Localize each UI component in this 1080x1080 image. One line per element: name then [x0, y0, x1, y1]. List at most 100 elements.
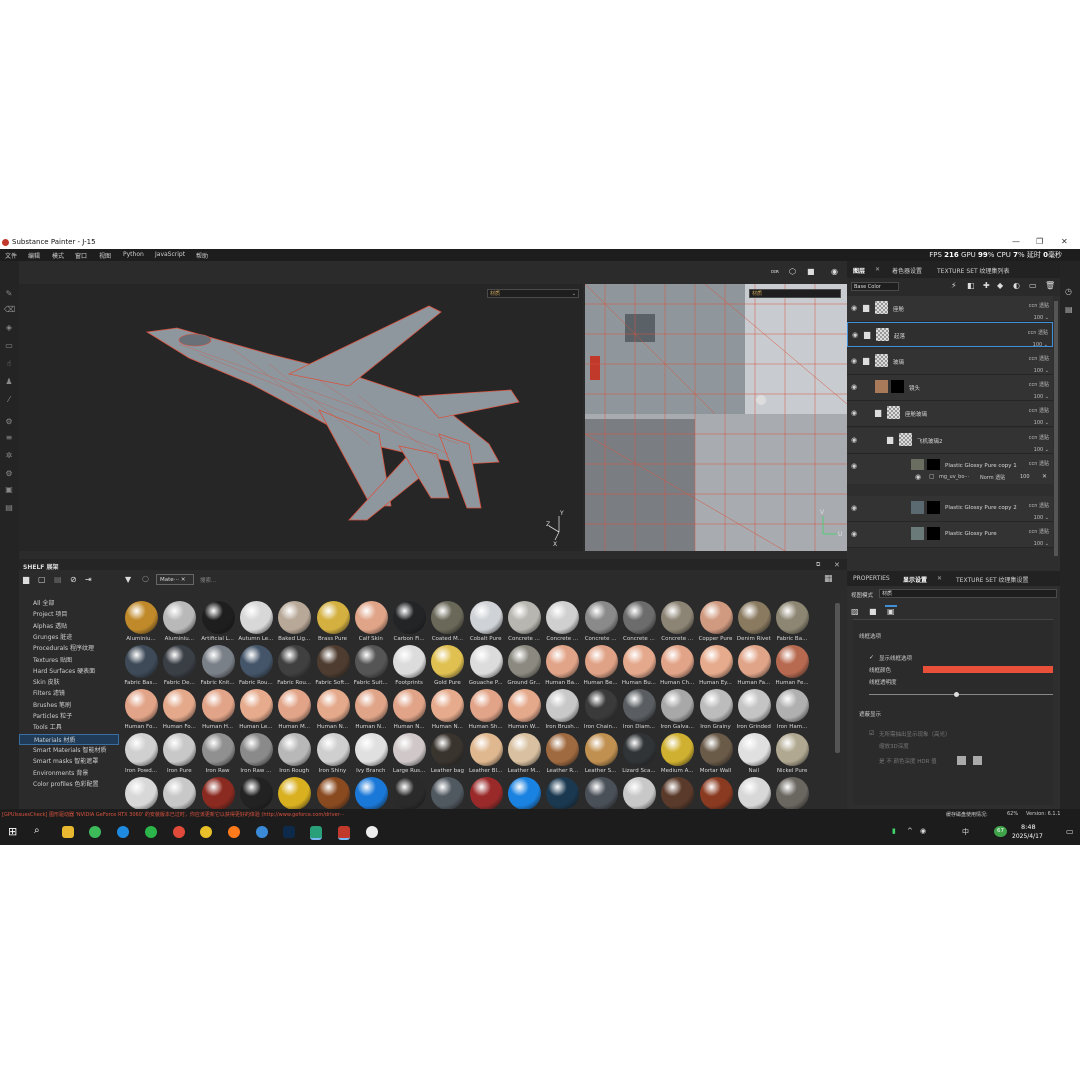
menu-python[interactable]: Python	[123, 251, 144, 258]
export-icon[interactable]: ▤	[4, 503, 14, 513]
wireframe-opacity-slider[interactable]	[869, 694, 1053, 695]
material-thumbnail[interactable]	[278, 777, 312, 810]
close-button[interactable]: ✕	[1061, 237, 1068, 246]
material-thumbnail[interactable]	[316, 689, 350, 722]
delete-layer-icon[interactable]: 🗑	[1045, 281, 1055, 290]
material-thumbnail[interactable]	[354, 777, 388, 810]
dir-label[interactable]: ᴅɪʀ	[771, 269, 779, 275]
layer-row[interactable]: ◉ Plastic Glossy Pure copy 2 ccn 透贴 100 ⌄	[847, 496, 1053, 523]
log-icon[interactable]: ▤	[1065, 305, 1073, 314]
photoshop-icon[interactable]	[283, 826, 295, 838]
material-thumbnail[interactable]	[201, 733, 235, 766]
firefox-icon[interactable]	[228, 826, 240, 838]
material-thumbnail[interactable]	[393, 645, 427, 678]
shelf-category[interactable]: Tools 工具	[33, 722, 62, 731]
maximize-button[interactable]: ❐	[1036, 237, 1043, 246]
layer-blend[interactable]: ccn 透贴100 ⌄	[1029, 526, 1049, 550]
gear-small-icon[interactable]: ✲	[4, 451, 14, 461]
material-thumbnail[interactable]	[316, 777, 350, 810]
layer-row[interactable]: ◉ Plastic Glossy Pure ccn 透贴 100 ⌄	[847, 522, 1053, 550]
photoshop-export-icon[interactable]: ▣	[4, 485, 14, 495]
channel-select[interactable]: Base Color	[851, 282, 899, 291]
material-thumbnail[interactable]	[508, 733, 541, 766]
layers-stack-icon[interactable]: ≡	[4, 433, 14, 443]
material-thumbnail[interactable]	[737, 689, 771, 722]
material-thumbnail[interactable]	[354, 645, 388, 678]
clock-date[interactable]: 2025/4/17	[1012, 833, 1043, 840]
material-thumbnail[interactable]	[125, 777, 158, 810]
color-swatch-b[interactable]	[973, 756, 982, 765]
search-icon[interactable]: ⌕	[34, 825, 40, 836]
geometry-mask-icon[interactable]: ▭	[4, 341, 14, 351]
material-thumbnail[interactable]	[699, 777, 733, 810]
material-thumbnail[interactable]	[661, 601, 695, 634]
shelf-category[interactable]: Filters 滤镜	[33, 688, 65, 697]
folder-icon[interactable]: ▆	[23, 575, 29, 584]
material-thumbnail[interactable]	[125, 645, 158, 678]
add-mask-icon[interactable]: ◧	[967, 281, 975, 290]
settings-gear-icon[interactable]: ⚙	[4, 417, 14, 427]
sub-mask-close-icon[interactable]: ✕	[1042, 473, 1047, 480]
material-thumbnail[interactable]	[239, 645, 273, 678]
color-picker-icon[interactable]: ⁄	[4, 395, 14, 405]
visibility-eye-icon[interactable]: ◉	[851, 304, 857, 312]
sub-mask-row[interactable]: ◉ ▢ mg_uv_bo⋯ Norm 透贴 100 ✕	[847, 470, 1053, 485]
wireframe-color-swatch[interactable]	[923, 666, 1053, 673]
material-thumbnail[interactable]	[201, 777, 235, 810]
material-thumbnail[interactable]	[661, 733, 695, 766]
substance-painter-icon[interactable]	[338, 826, 350, 840]
layer-row[interactable]: ◉ 镜头 ccn 透贴 100 ⌄	[847, 374, 1053, 401]
material-thumbnail[interactable]	[431, 645, 465, 678]
material-thumbnail[interactable]	[278, 689, 312, 722]
material-thumbnail[interactable]	[508, 689, 541, 722]
material-thumbnail[interactable]	[125, 689, 158, 722]
material-thumbnail[interactable]	[622, 777, 656, 810]
shelf-category[interactable]: All 全部	[33, 598, 54, 607]
material-thumbnail[interactable]	[546, 645, 580, 678]
material-thumbnail[interactable]	[431, 733, 465, 766]
file-explorer-icon[interactable]	[62, 826, 74, 838]
material-thumbnail[interactable]	[699, 645, 733, 678]
material-thumbnail[interactable]	[776, 733, 810, 766]
material-thumbnail[interactable]	[622, 733, 656, 766]
menu-help[interactable]: 帮助	[196, 251, 208, 260]
visibility-eye-icon[interactable]: ◉	[915, 473, 921, 481]
shelf-category[interactable]: Color profiles 色彩配置	[33, 779, 99, 788]
viewport-uv[interactable]: VU 材质	[585, 284, 847, 551]
screenshot-camera-icon[interactable]: ◉	[831, 267, 838, 276]
material-thumbnail[interactable]	[622, 645, 656, 678]
layer-blend[interactable]: ccn 透贴100 ⌄	[1029, 300, 1049, 324]
shelf-category[interactable]: Alphas 透贴	[33, 621, 67, 630]
material-thumbnail[interactable]	[163, 601, 197, 634]
material-thumbnail[interactable]	[316, 645, 350, 678]
chrome-like-icon[interactable]	[173, 826, 185, 838]
material-thumbnail[interactable]	[776, 645, 810, 678]
plugin-icon[interactable]: ⚙	[4, 469, 14, 479]
material-thumbnail[interactable]	[163, 777, 197, 810]
image-icon[interactable]: ▨	[851, 607, 859, 616]
material-thumbnail[interactable]	[469, 777, 503, 810]
shelf-category[interactable]: Textures 贴图	[33, 655, 72, 664]
filter-tag[interactable]: Mate⋯ ✕	[156, 574, 194, 585]
material-thumbnail[interactable]	[431, 777, 465, 810]
menu-file[interactable]: 文件	[5, 251, 17, 260]
frame-icon[interactable]: ▣	[885, 605, 897, 616]
menu-window[interactable]: 窗口	[75, 251, 87, 260]
material-thumbnail[interactable]	[584, 601, 618, 634]
material-thumbnail[interactable]	[737, 601, 771, 634]
tab-display-settings[interactable]: 显示设置	[903, 575, 927, 584]
visibility-eye-icon[interactable]: ◉	[851, 504, 857, 512]
add-folder-icon[interactable]: ▭	[1029, 281, 1037, 290]
browser-360-icon[interactable]	[89, 826, 101, 838]
add-effect-icon[interactable]: ✚	[983, 281, 990, 290]
sub-mask-blend[interactable]: Norm 透贴	[980, 474, 1005, 481]
visibility-eye-icon[interactable]: ◉	[851, 383, 857, 391]
export-shelf-icon[interactable]: ⇥	[85, 575, 92, 584]
tray-chevron-icon[interactable]: ^	[907, 827, 913, 835]
edge-icon[interactable]	[117, 826, 129, 838]
tab-layers-close-icon[interactable]: ✕	[875, 266, 880, 273]
hide-icon[interactable]: ⊘	[70, 575, 77, 584]
browser-blue-icon[interactable]	[256, 826, 268, 838]
material-thumbnail[interactable]	[469, 733, 503, 766]
material-thumbnail[interactable]	[278, 601, 312, 634]
